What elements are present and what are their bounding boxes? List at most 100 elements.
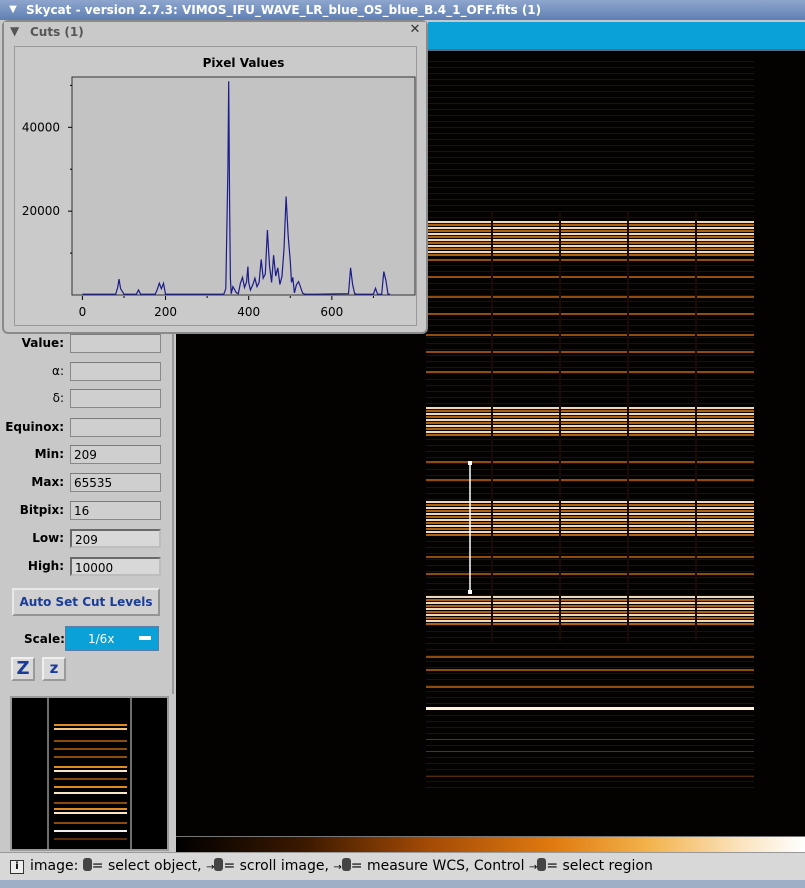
faint-spectrum-line xyxy=(426,559,754,560)
faint-spectrum-line xyxy=(426,421,754,422)
close-icon[interactable]: ✕ xyxy=(408,23,422,37)
faint-spectrum-line xyxy=(426,343,754,344)
bright-spectrum-line xyxy=(426,623,754,625)
chart-title: Pixel Values xyxy=(203,56,285,70)
faint-spectrum-line xyxy=(426,283,754,284)
spectrum-line xyxy=(426,656,754,658)
pixel-values-plot: Pixel Values 20000 40000 0 200 400 600 xyxy=(14,46,417,326)
bitpix-label: Bitpix: xyxy=(19,503,64,517)
faint-spectrum-line xyxy=(426,133,754,134)
faint-spectrum-line xyxy=(426,73,754,74)
panner-line xyxy=(54,802,127,804)
equinox-row: Equinox: xyxy=(5,418,168,438)
status-part-2: = scroll image, xyxy=(223,858,329,874)
x-tick-label: 600 xyxy=(320,305,343,319)
spectrum-line xyxy=(426,739,754,740)
faint-spectrum-line xyxy=(426,61,754,62)
arrow-icon: → xyxy=(206,862,215,873)
status-part-1: = select object, xyxy=(91,858,202,874)
bright-spectrum-line xyxy=(426,251,754,253)
spectrum-line xyxy=(426,556,754,558)
bright-spectrum-line xyxy=(426,227,754,229)
faint-spectrum-line xyxy=(426,229,754,230)
faint-spectrum-line xyxy=(426,79,754,80)
spectrum-line xyxy=(426,276,754,278)
faint-spectrum-line xyxy=(426,781,754,782)
info-icon[interactable]: i xyxy=(10,860,24,874)
panner-line xyxy=(54,728,127,730)
window-title-bar[interactable]: ▼ Skycat - version 2.7.3: VIMOS_IFU_WAVE… xyxy=(0,0,805,20)
plot-area xyxy=(71,76,416,296)
high-input[interactable]: 10000 xyxy=(70,557,161,576)
faint-spectrum-line xyxy=(426,697,754,698)
faint-spectrum-line xyxy=(426,325,754,326)
spectrum-line xyxy=(426,351,754,353)
zoom-in-button[interactable]: Z xyxy=(11,657,35,681)
min-row: Min: 209 xyxy=(8,445,168,465)
min-field: 209 xyxy=(70,445,161,464)
bright-spectrum-line xyxy=(426,528,754,530)
panner[interactable] xyxy=(10,696,169,851)
mouse-button-3-icon xyxy=(341,858,351,871)
bright-spectrum-line xyxy=(426,602,754,604)
faint-spectrum-line xyxy=(426,649,754,650)
scale-select[interactable]: 1/6x xyxy=(65,626,159,651)
bright-spectrum-line xyxy=(426,516,754,518)
min-label: Min: xyxy=(34,447,64,461)
measure-handle xyxy=(468,590,472,594)
arrow-icon: → xyxy=(333,862,342,873)
equinox-label: Equinox: xyxy=(5,420,64,434)
equinox-field xyxy=(70,418,161,437)
faint-spectrum-line xyxy=(426,181,754,182)
x-tick-label: 0 xyxy=(79,305,87,319)
panner-line xyxy=(54,812,127,814)
faint-spectrum-line xyxy=(426,439,754,440)
bright-spectrum-line xyxy=(426,248,754,250)
faint-spectrum-line xyxy=(426,103,754,104)
faint-spectrum-line xyxy=(426,409,754,410)
panner-line xyxy=(54,792,127,794)
low-input[interactable]: 209 xyxy=(70,529,161,548)
max-row: Max: 65535 xyxy=(8,473,168,493)
bright-spectrum-line xyxy=(426,422,754,424)
bright-spectrum-line xyxy=(426,531,754,533)
spectrum-line xyxy=(426,334,754,336)
taskbar-strip xyxy=(0,880,805,888)
faint-spectrum-line xyxy=(426,475,754,476)
faint-spectrum-line xyxy=(426,571,754,572)
zoom-out-button[interactable]: z xyxy=(42,657,66,681)
cuts-title: Cuts (1) xyxy=(30,25,84,39)
bright-spectrum-line xyxy=(426,413,754,415)
colorbar[interactable] xyxy=(176,836,805,852)
status-prefix: image: xyxy=(30,858,79,874)
faint-spectrum-line xyxy=(426,679,754,680)
cuts-title-bar[interactable]: ▼ Cuts (1) ✕ xyxy=(4,22,426,42)
faint-spectrum-line xyxy=(426,661,754,662)
low-row: Low: 209 xyxy=(8,529,168,549)
menu-strip xyxy=(428,22,805,51)
bright-spectrum-line xyxy=(426,245,754,247)
faint-spectrum-line xyxy=(426,481,754,482)
bright-spectrum-line xyxy=(426,230,754,232)
panner-thumbnail[interactable] xyxy=(12,698,167,849)
faint-spectrum-line xyxy=(426,589,754,590)
bright-spectrum-line xyxy=(426,614,754,616)
faint-spectrum-line xyxy=(426,553,754,554)
max-field: 65535 xyxy=(70,473,161,492)
bright-spectrum-line xyxy=(426,242,754,244)
bright-spectrum-line xyxy=(426,525,754,527)
mouse-button-1-icon xyxy=(537,858,547,871)
status-part-3: = measure WCS, Control xyxy=(350,858,525,874)
auto-set-cut-levels-button[interactable]: Auto Set Cut Levels xyxy=(12,588,160,616)
faint-spectrum-line xyxy=(426,457,754,458)
chevron-down-icon[interactable]: ▼ xyxy=(6,3,20,17)
faint-spectrum-line xyxy=(426,97,754,98)
delta-field xyxy=(70,389,161,408)
faint-spectrum-line xyxy=(426,583,754,584)
faint-spectrum-line xyxy=(426,733,754,734)
faint-spectrum-line xyxy=(426,403,754,404)
faint-spectrum-line xyxy=(426,703,754,704)
faint-spectrum-line xyxy=(426,493,754,494)
chevron-down-icon[interactable]: ▼ xyxy=(10,24,19,38)
faint-spectrum-line xyxy=(426,331,754,332)
